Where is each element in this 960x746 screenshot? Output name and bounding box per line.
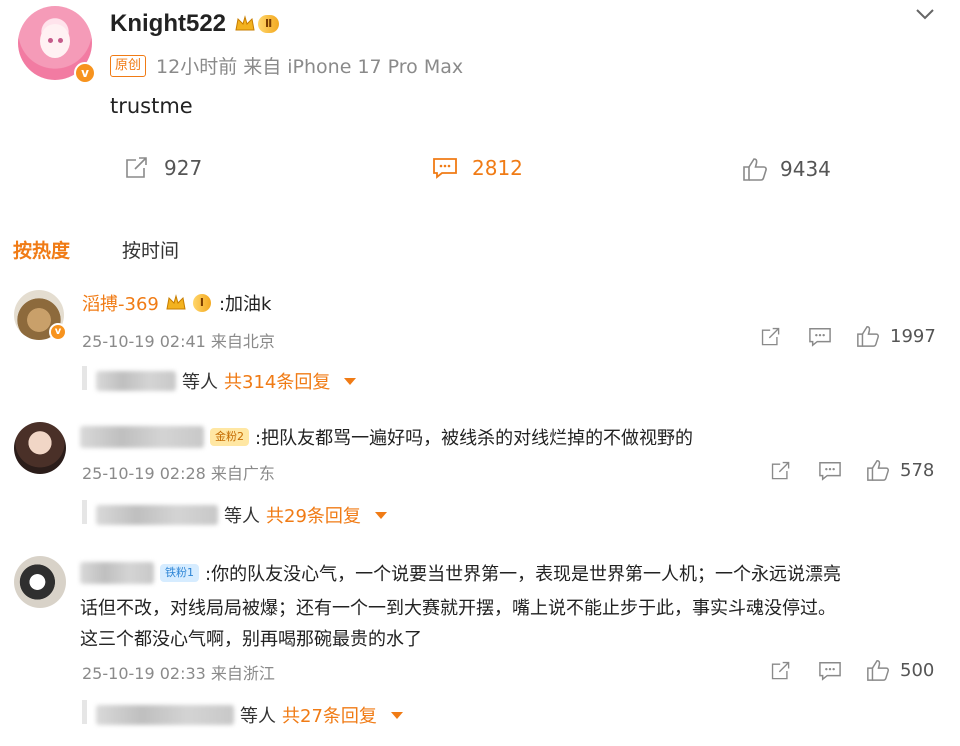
comment-like-button[interactable]: 500 <box>866 658 934 682</box>
redacted-usernames <box>96 371 176 391</box>
comment-avatar[interactable] <box>14 422 66 474</box>
comment-author-name[interactable]: 滔搏-369 <box>82 290 159 316</box>
reply-summary[interactable]: 等人 共27条回复 <box>96 702 403 728</box>
fan-level-badge: 铁粉1 <box>160 564 199 582</box>
post-meta-row: 原创 12小时前 来自 iPhone 17 Pro Max <box>110 52 463 79</box>
reply-indent-bar <box>82 366 87 390</box>
reply-indent-bar <box>82 700 87 724</box>
crown-icon <box>235 15 255 31</box>
post-chevron-down-icon[interactable] <box>914 6 936 26</box>
repost-button[interactable]: 927 <box>124 156 202 180</box>
reply-summary[interactable]: 等人 共314条回复 <box>96 368 357 394</box>
redacted-username <box>80 426 204 448</box>
redacted-usernames <box>96 705 234 725</box>
comment-meta: 25-10-19 02:28 来自广东 <box>82 464 275 483</box>
comment-icon <box>433 158 457 179</box>
thumbs-up-icon <box>743 158 767 181</box>
comment-icon <box>809 328 831 347</box>
original-tag: 原创 <box>110 54 147 77</box>
redacted-username <box>80 562 154 584</box>
comment-header: 滔搏-369 Ⅰ :加油k <box>82 290 271 316</box>
tab-sort-time[interactable]: 按时间 <box>122 236 179 263</box>
expand-triangle-icon <box>344 377 357 385</box>
share-icon <box>771 461 790 480</box>
like-button[interactable]: 9434 <box>742 156 831 182</box>
thumbs-up-icon <box>867 460 890 481</box>
comment-icon <box>819 662 841 681</box>
comment-meta: 25-10-19 02:33 来自浙江 <box>82 664 275 683</box>
comment-like-button[interactable]: 578 <box>866 458 934 482</box>
fan-level-badge: 金粉2 <box>210 428 249 446</box>
post-text: trustme <box>110 94 193 118</box>
comment-text: :加油k <box>218 294 272 315</box>
post-time-source: 12小时前 来自 iPhone 17 Pro Max <box>156 56 464 78</box>
comment-header: 铁粉1 :你的队友没心气，一个说要当世界第一，表现是世界第一人机；一个永远说漂亮 <box>80 560 841 586</box>
crown-icon <box>166 294 186 310</box>
comment-text-line3: 这三个都没心气啊，别再喝那碗最贵的水了 <box>80 629 422 650</box>
repost-icon <box>126 157 147 178</box>
redacted-usernames <box>96 505 218 525</box>
comment-reply-button[interactable] <box>818 660 842 686</box>
reply-indent-bar <box>82 500 87 524</box>
post-author-name[interactable]: Knight522 <box>110 10 226 38</box>
comment-text: :把队友都骂一遍好吗，被线杀的对线烂掉的不做视野的 <box>255 428 694 449</box>
expand-triangle-icon <box>374 511 387 519</box>
expand-triangle-icon <box>390 711 403 719</box>
comment-meta: 25-10-19 02:41 来自北京 <box>82 332 275 351</box>
comment-share-button[interactable] <box>770 460 792 486</box>
share-icon <box>761 327 780 346</box>
comment-avatar[interactable] <box>14 556 66 608</box>
comment-text-line2: 话但不改，对线局局被爆；还有一个一到大赛就开摆，嘴上说不能止步于此，事实斗魂没停… <box>80 598 836 619</box>
verified-badge-icon: v <box>74 62 96 84</box>
post-author-name-row: Knight522 Ⅱ <box>110 10 280 38</box>
comment-text-line1: :你的队友没心气，一个说要当世界第一，表现是世界第一人机；一个永远说漂亮 <box>205 564 842 585</box>
share-icon <box>771 661 790 680</box>
comment-header: 金粉2 :把队友都骂一遍好吗，被线杀的对线烂掉的不做视野的 <box>80 424 693 450</box>
reply-summary[interactable]: 等人 共29条回复 <box>96 502 387 528</box>
comment-share-button[interactable] <box>770 660 792 686</box>
comment-icon <box>819 462 841 481</box>
tab-sort-hot[interactable]: 按热度 <box>13 236 70 263</box>
thumbs-up-icon <box>857 326 880 347</box>
vip-level-badge: Ⅱ <box>234 14 280 34</box>
comment-like-button[interactable]: 1997 <box>856 324 936 348</box>
verified-badge-icon: v <box>49 323 67 341</box>
comment-share-button[interactable] <box>760 326 782 352</box>
comment-reply-button[interactable] <box>818 460 842 486</box>
thumbs-up-icon <box>867 660 890 681</box>
comment-reply-button[interactable] <box>808 326 832 352</box>
comment-button[interactable]: 2812 <box>432 156 523 180</box>
level-badge: Ⅰ <box>192 294 211 312</box>
